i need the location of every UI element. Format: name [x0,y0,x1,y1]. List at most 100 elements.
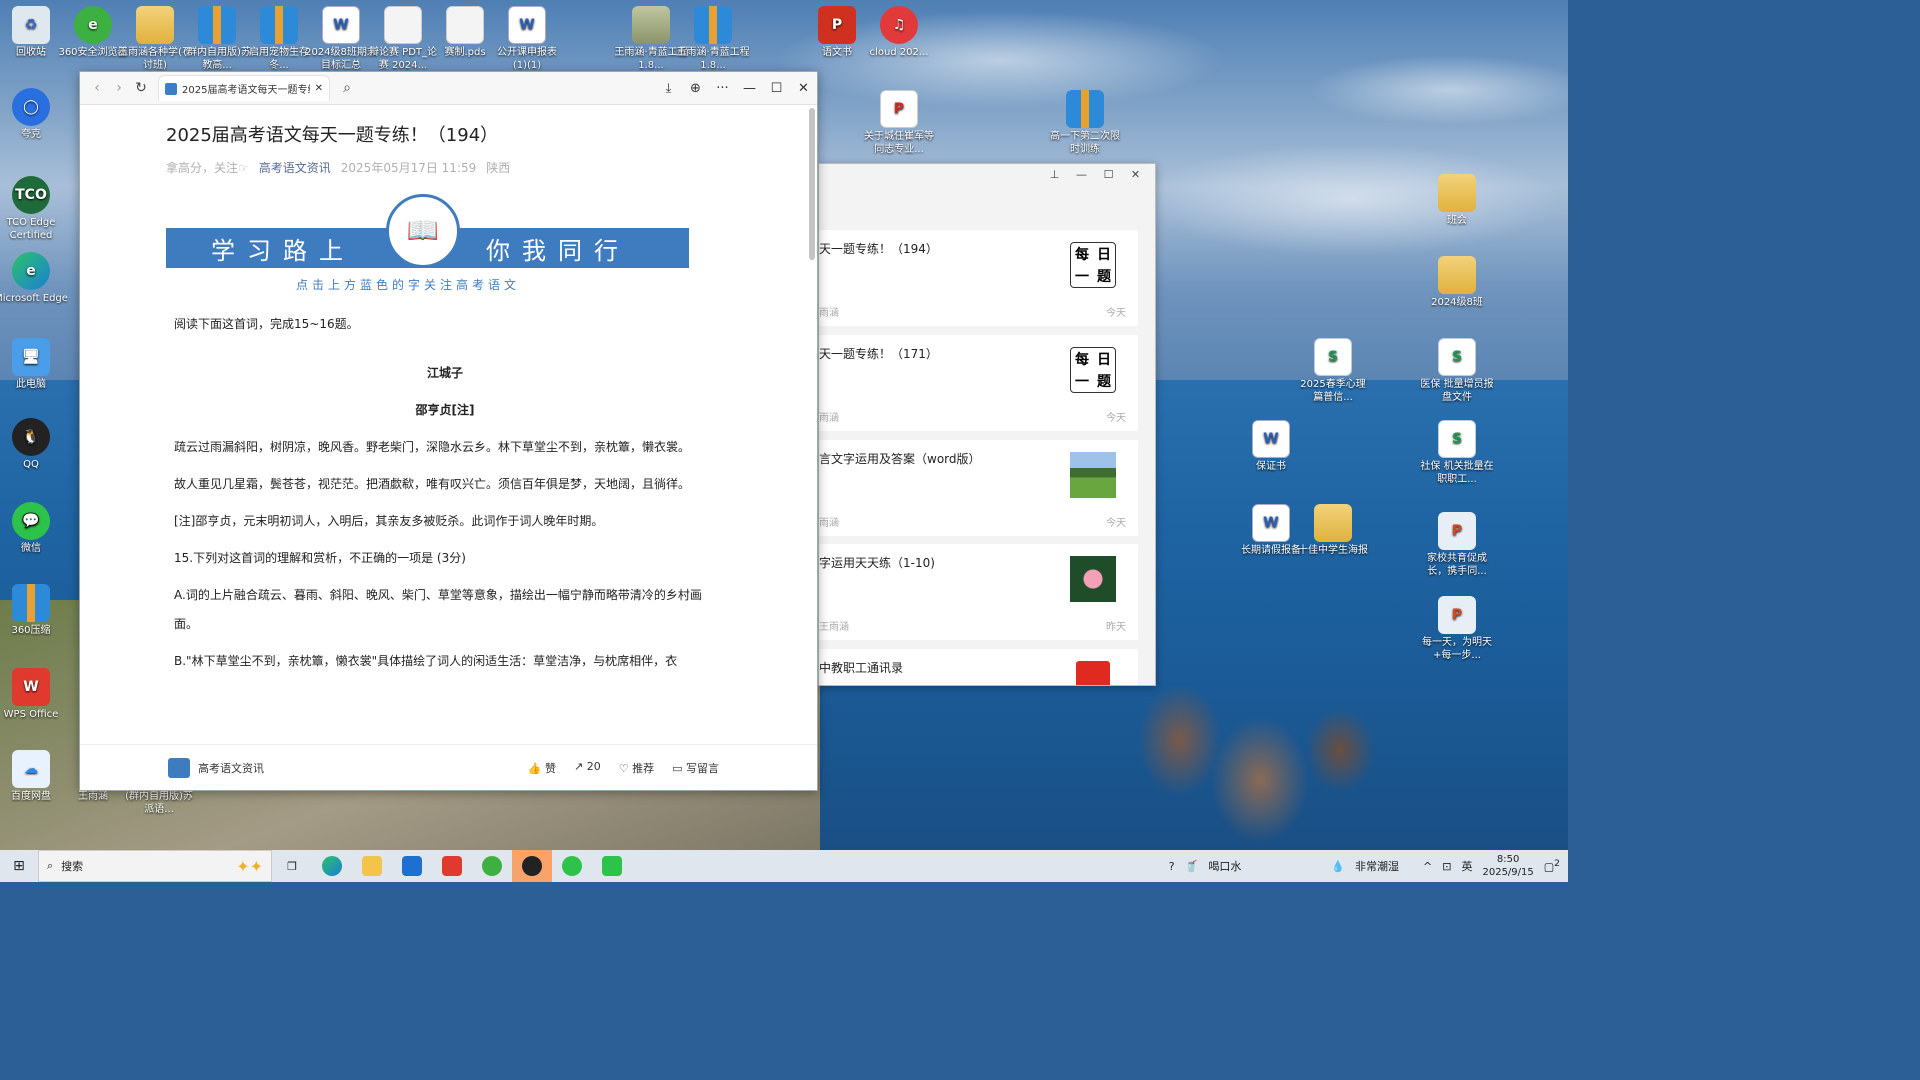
chevron-up-icon[interactable]: ^ [1423,860,1432,873]
wps-taskbar-icon[interactable] [432,850,472,882]
network-icon[interactable]: ⊡ [1442,860,1451,873]
spreadsheet-icon: S [1314,338,1352,376]
ppt-icon: P [1438,596,1476,634]
desktop-label[interactable]: 王雨涵 [56,790,130,803]
clock-date: 2025/9/15 [1482,867,1534,878]
article-card[interactable]: 字运用天天练（1-10) 王雨涵 昨天 [819,544,1138,640]
water-reminder[interactable]: 喝口水 [1208,858,1241,874]
desktop-icon[interactable]: S 医保 批量增员报盘文件 [1420,338,1494,404]
desktop-icon[interactable]: 王雨涵·青蓝工程1.8... [676,6,750,72]
wechat-browser-taskbar-icon[interactable] [592,850,632,882]
book-logo-icon: 📖 [386,194,460,268]
taskbar-search[interactable]: ⌕ 搜索 ✦✦ [38,850,272,882]
notification-button[interactable]: ▢2 [1544,858,1560,874]
back-arrow-icon[interactable]: ‹ [86,80,108,96]
taskbar: ⊞ ⌕ 搜索 ✦✦ ❐ ? 🥤 喝口水 💧 非常潮湿 ^ ⊡ 英 8:50 20… [0,850,1568,882]
desktop-icon[interactable]: P 每一天，为明天+每一步... [1420,596,1494,662]
forward-arrow-icon[interactable]: › [108,80,130,96]
globe-icon[interactable]: ⊕ [682,81,709,96]
outlook-icon[interactable] [392,850,432,882]
close-button[interactable]: ✕ [790,81,817,96]
article-banner: 学习路上 你我同行 📖 点击上方蓝色的字关注高考语文 [166,194,689,294]
card-author: 王雨涵 [819,622,849,633]
article-source-link[interactable]: 高考语文资讯 [259,159,331,176]
download-icon[interactable]: ⤓ [655,81,682,96]
recycle-bin-icon: ♻ [12,6,50,44]
desktop-icon[interactable]: 2024级8班 [1420,256,1494,309]
article-card[interactable]: 中教职工通讯录 [819,649,1138,685]
drink-water-icon[interactable]: 🥤 [1185,860,1199,873]
scrollbar-thumb[interactable] [809,108,815,260]
card-date: 今天 [1106,518,1126,529]
desktop-icon[interactable]: ♫ cloud 202... [862,6,936,59]
document-icon [446,6,484,44]
account-link[interactable]: 高考语文资讯 [168,757,264,778]
desktop-icon[interactable]: 十佳中学生海报 [1296,504,1370,557]
windows-start-icon[interactable]: ⊞ [0,858,38,874]
refresh-icon[interactable]: ↻ [130,80,152,96]
window-controls: ⤓ ⊕ ··· — ☐ ✕ [655,81,817,96]
edge-taskbar-icon[interactable] [312,850,352,882]
desktop-label[interactable]: (群内自用版)苏派语... [122,790,196,816]
desktop-icon[interactable]: W 保证书 [1234,420,1308,473]
desktop-icon[interactable]: 高一下第二次限时训练 [1048,90,1122,156]
close-button[interactable]: ✕ [1122,168,1149,181]
wps-icon: W [12,668,50,706]
computer-icon: 🖥 [12,338,50,376]
share-button[interactable]: ↗ 20 [574,760,601,776]
banner-left-text: 学习路上 [211,236,355,265]
minimize-button[interactable]: — [736,81,763,96]
poem-stanza: 故人重见几星霜，鬓苍苍，视茫茫。把酒歔欷，唯有叹兴亡。须信百年俱是梦，天地阔，且… [174,477,691,491]
card-author: 雨涵 [819,518,839,529]
browser-tab[interactable]: 2025届高考语文每天一题专练 ✕ [158,75,330,101]
desktop-icon[interactable]: P 关于城任崔军等同志专业... [862,90,936,156]
article-list-window: ⊥ — ☐ ✕ 天一题专练！（194） 每日一题 雨涵 今天 天一题专练！（17… [818,163,1156,686]
ime-indicator[interactable]: 英 [1461,858,1472,874]
zip-icon [694,6,732,44]
desktop-icon[interactable]: 360压缩 [0,584,68,637]
browser-360-taskbar-icon[interactable] [472,850,512,882]
article-card[interactable]: 天一题专练！（171） 每日一题 雨涵 今天 [819,335,1138,431]
desktop-icon[interactable]: 🖥 此电脑 [0,338,68,391]
article-card[interactable]: 天一题专练！（194） 每日一题 雨涵 今天 [819,230,1138,326]
like-button[interactable]: 👍 赞 [528,760,556,776]
clock-time: 8:50 [1496,854,1520,865]
question-option: A.词的上片融合疏云、暮雨、斜阳、晚风、柴门、草堂等意象，描绘出一幅宁静而略带清… [174,588,702,631]
desktop-icon[interactable]: 🐧 QQ [0,418,68,471]
desktop-icon[interactable]: ◯ 夸克 [0,88,68,141]
pin-icon[interactable]: ⊥ [1041,168,1068,181]
humidity-icon: 💧 [1331,859,1346,873]
clock[interactable]: 8:50 2025/9/15 [1482,853,1533,879]
more-icon[interactable]: ··· [709,81,736,96]
close-tab-icon[interactable]: ✕ [315,83,323,94]
field-photo [1070,452,1116,498]
desktop-icon[interactable]: TCO TCO Edge Certified [0,176,68,242]
wechat-taskbar-icon[interactable] [552,850,592,882]
article-card[interactable]: 言文字运用及答案（word版） 雨涵 今天 [819,440,1138,536]
tco-certified-icon: TCO [12,176,50,214]
weather-status[interactable]: 非常潮湿 [1355,858,1399,874]
desktop-icon[interactable]: P 家校共育促成长，携手同... [1420,512,1494,578]
minimize-button[interactable]: — [1068,168,1095,181]
recommend-button[interactable]: ♡ 推荐 [619,760,654,776]
desktop-icon[interactable]: e Microsoft Edge [0,252,68,305]
comment-button[interactable]: ▭ 写留言 [672,760,719,776]
maximize-button[interactable]: ☐ [763,81,790,96]
desktop-icon[interactable]: 班会 [1420,174,1494,227]
desktop-icon[interactable]: S 社保 机关批量在职职工... [1420,420,1494,486]
maximize-button[interactable]: ☐ [1095,168,1122,181]
help-icon[interactable]: ? [1169,860,1175,873]
task-view-icon[interactable]: ❐ [272,850,312,882]
desktop-icon[interactable]: 💬 微信 [0,502,68,555]
panel-titlebar: ⊥ — ☐ ✕ [819,164,1155,184]
browser-titlebar: ‹ › ↻ 2025届高考语文每天一题专练 ✕ ⌕ ⤓ ⊕ ··· — ☐ ✕ [80,72,817,105]
search-icon[interactable]: ⌕ [336,80,358,96]
article-intro: 阅读下面这首词，完成15~16题。 [174,317,359,331]
system-tray: ? 🥤 喝口水 💧 非常潮湿 ^ ⊡ 英 8:50 2025/9/15 ▢2 [1169,853,1568,879]
desktop-icon[interactable]: W WPS Office [0,668,68,721]
file-explorer-icon[interactable] [352,850,392,882]
qq-taskbar-icon[interactable] [512,850,552,882]
desktop-icon[interactable]: S 2025春季心理篇普信... [1296,338,1370,404]
pdf-icon [1076,661,1110,685]
desktop-icon[interactable]: W 公开课申报表(1)(1) [490,6,564,72]
